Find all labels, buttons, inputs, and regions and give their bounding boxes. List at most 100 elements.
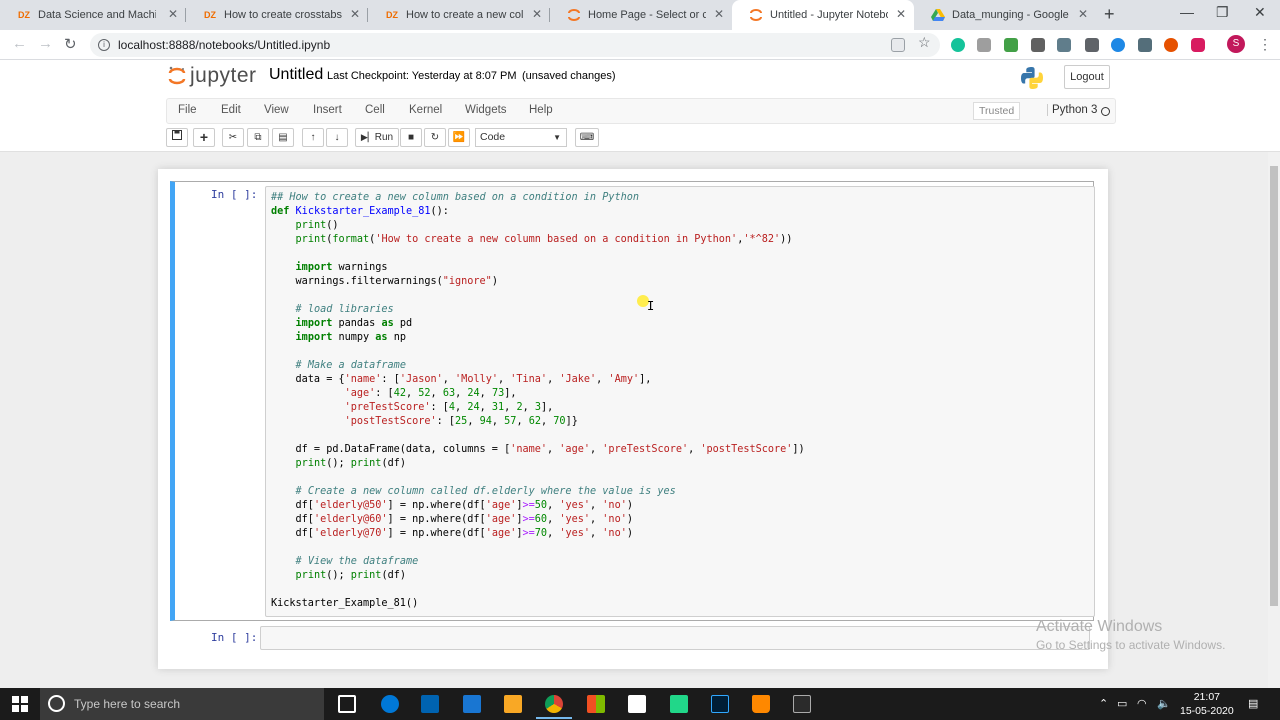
browser-tab[interactable]: Data_munging - Google Drive ✕ — [914, 0, 1096, 30]
system-clock[interactable]: 21:07 15-05-2020 — [1180, 690, 1234, 718]
maximize-icon[interactable]: ❐ — [1216, 4, 1229, 21]
extension-icon[interactable] — [1004, 38, 1018, 52]
watermark-title: Activate Windows — [1036, 618, 1163, 635]
terminal-icon[interactable] — [793, 695, 811, 713]
input-prompt: In [ ]: — [211, 631, 258, 644]
restart-run-all-icon[interactable]: ⏩ — [448, 128, 470, 147]
chrome-icon[interactable] — [545, 695, 563, 713]
browser-tab[interactable]: DZ Data Science and Machine Le ✕ — [0, 0, 186, 30]
app-icon[interactable] — [463, 695, 481, 713]
extension-icon[interactable] — [1138, 38, 1152, 52]
run-label: Run — [374, 132, 394, 143]
close-icon[interactable]: ✕ — [1078, 7, 1088, 21]
cut-icon[interactable]: ✂ — [222, 128, 244, 147]
extension-icon[interactable] — [1057, 38, 1071, 52]
code-cell-empty[interactable]: In [ ]: — [170, 626, 1094, 652]
cell-type-select[interactable]: Code ▼ — [475, 128, 567, 147]
browser-tab[interactable]: DZ How to create crosstabs from ✕ — [186, 0, 368, 30]
extension-icon[interactable] — [977, 38, 991, 52]
menu-edit[interactable]: Edit — [221, 104, 241, 116]
menu-view[interactable]: View — [264, 104, 289, 116]
bookmark-star-icon[interactable]: ☆ — [918, 34, 931, 51]
close-icon[interactable]: ✕ — [350, 7, 360, 21]
menu-help[interactable]: Help — [529, 104, 553, 116]
battery-icon[interactable]: ▭ — [1117, 697, 1127, 710]
mail-icon[interactable] — [628, 695, 646, 713]
notifications-icon[interactable]: ▤ — [1248, 697, 1258, 710]
pycharm-icon[interactable] — [670, 695, 688, 713]
interrupt-icon[interactable]: ■ — [400, 128, 422, 147]
kernel-idle-icon — [1101, 107, 1110, 116]
code-cell-selected[interactable]: In [ ]: ## How to create a new column ba… — [170, 181, 1095, 621]
close-icon[interactable]: ✕ — [532, 7, 542, 21]
task-view-icon[interactable] — [338, 695, 356, 713]
menu-insert[interactable]: Insert — [313, 104, 342, 116]
save-icon[interactable] — [166, 128, 188, 147]
translate-icon[interactable] — [891, 38, 905, 52]
watermark-subtitle: Go to Settings to activate Windows. — [1036, 638, 1226, 652]
code-editor-empty[interactable] — [260, 626, 1090, 650]
menu-widgets[interactable]: Widgets — [465, 104, 507, 116]
taskbar-search[interactable]: Type here to search — [40, 688, 324, 720]
jupyter-logo[interactable]: jupyter — [168, 64, 257, 88]
edge-icon[interactable] — [381, 695, 399, 713]
close-icon[interactable]: ✕ — [168, 7, 178, 21]
reload-icon[interactable]: ↻ — [64, 35, 77, 53]
minimize-icon[interactable]: — — [1180, 4, 1194, 20]
info-icon[interactable]: i — [98, 39, 110, 51]
logout-button[interactable]: Logout — [1064, 65, 1110, 89]
vertical-scrollbar[interactable] — [1268, 152, 1280, 688]
jupyter-wordmark: jupyter — [190, 64, 257, 87]
insert-cell-icon[interactable]: + — [193, 128, 215, 147]
extension-icon[interactable] — [1164, 38, 1178, 52]
vlc-icon[interactable] — [752, 695, 770, 713]
menu-kebab-icon[interactable]: ⋮ — [1258, 36, 1272, 53]
code-editor[interactable]: ## How to create a new column based on a… — [265, 186, 1095, 617]
tray-chevron-icon[interactable]: ⌃ — [1099, 697, 1108, 710]
run-button[interactable]: ▶▏Run — [355, 128, 399, 147]
scrollbar-thumb[interactable] — [1270, 166, 1278, 606]
trusted-indicator[interactable]: Trusted — [973, 102, 1021, 120]
jupyter-logo-icon — [168, 65, 186, 87]
tab-title: Untitled - Jupyter Notebook — [770, 9, 888, 21]
grammarly-icon[interactable] — [951, 38, 965, 52]
close-icon[interactable]: ✕ — [896, 7, 906, 21]
file-explorer-icon[interactable] — [504, 695, 522, 713]
menu-file[interactable]: File — [178, 104, 197, 116]
volume-icon[interactable]: 🔈 — [1157, 697, 1171, 710]
menu-cell[interactable]: Cell — [365, 104, 385, 116]
notebook-name[interactable]: Untitled — [269, 66, 323, 84]
browser-tab[interactable]: DZ How to create a new column ✕ — [368, 0, 550, 30]
python-logo-icon — [1020, 66, 1044, 90]
browser-toolbar: ← → ↻ i localhost:8888/notebooks/Untitle… — [0, 30, 1280, 60]
command-palette-icon[interactable]: ⌨ — [575, 128, 599, 147]
paste-icon[interactable]: ▤ — [272, 128, 294, 147]
instagram-icon[interactable] — [1191, 38, 1205, 52]
network-icon[interactable]: ◠ — [1137, 697, 1147, 710]
extension-icon[interactable] — [1031, 38, 1045, 52]
window-close-icon[interactable]: ✕ — [1254, 4, 1266, 21]
profile-avatar[interactable]: S — [1227, 35, 1245, 53]
tab-favicon: DZ — [18, 10, 30, 20]
new-tab-icon[interactable]: + — [1104, 4, 1115, 25]
move-up-icon[interactable]: ↑ — [302, 128, 324, 147]
menu-kernel[interactable]: Kernel — [409, 104, 442, 116]
back-icon[interactable]: ← — [12, 35, 27, 52]
forward-icon[interactable]: → — [38, 35, 53, 52]
office-icon[interactable] — [587, 695, 605, 713]
restart-icon[interactable]: ↻ — [424, 128, 446, 147]
menubar-container: File Edit View Insert Cell Kernel Widget… — [0, 96, 1280, 152]
browser-tab-active[interactable]: Untitled - Jupyter Notebook ✕ — [732, 0, 914, 30]
clock-time: 21:07 — [1193, 691, 1220, 703]
close-icon[interactable]: ✕ — [714, 7, 724, 21]
address-bar[interactable]: i localhost:8888/notebooks/Untitled.ipyn… — [90, 33, 940, 57]
extension-icon[interactable] — [1085, 38, 1099, 52]
copy-icon[interactable]: ⧉ — [247, 128, 269, 147]
browser-tab[interactable]: Home Page - Select or create ✕ — [550, 0, 732, 30]
windows-start-icon[interactable] — [12, 696, 28, 712]
move-down-icon[interactable]: ↓ — [326, 128, 348, 147]
store-icon[interactable] — [421, 695, 439, 713]
tab-title: How to create crosstabs from — [224, 9, 342, 21]
extension-icon[interactable] — [1111, 38, 1125, 52]
photoshop-icon[interactable] — [711, 695, 729, 713]
